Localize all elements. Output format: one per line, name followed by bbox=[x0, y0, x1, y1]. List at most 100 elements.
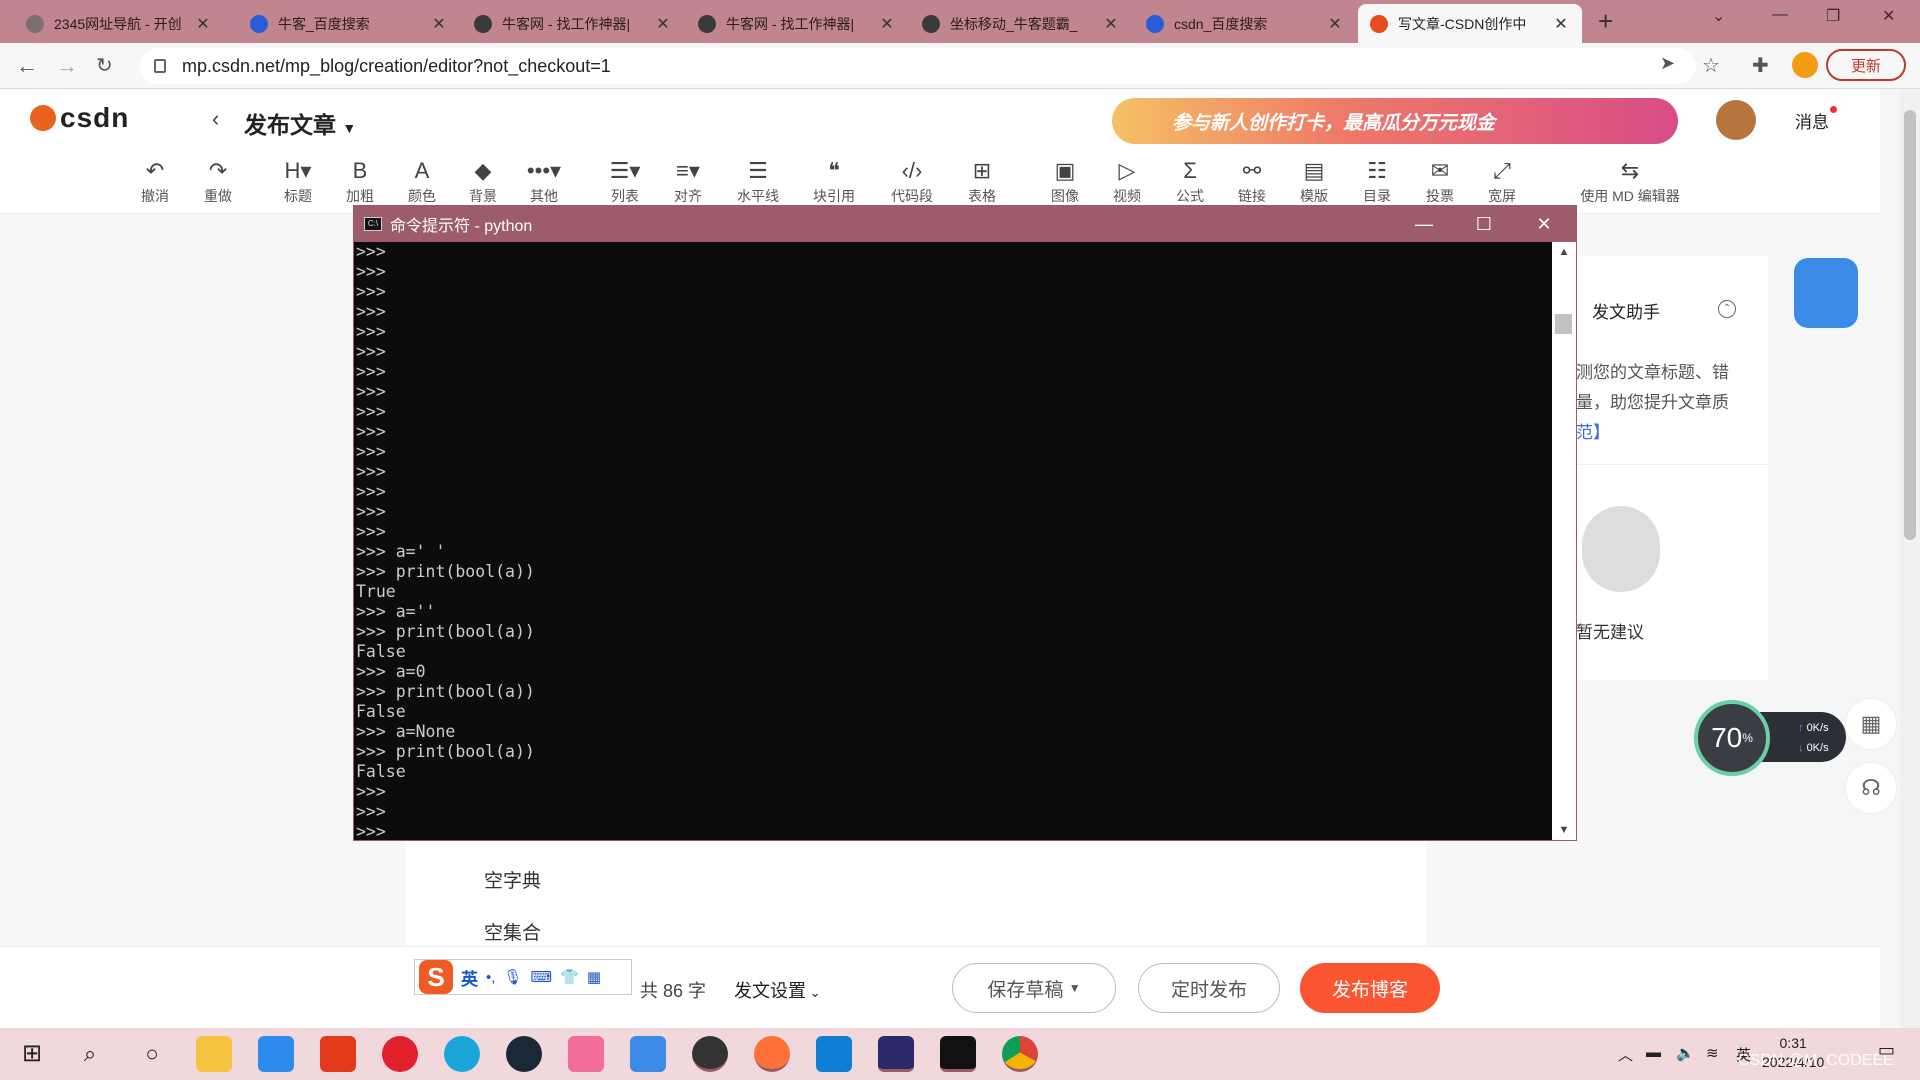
tab-close-icon[interactable]: ✕ bbox=[430, 14, 448, 34]
bookmark-star-icon[interactable]: ☆ bbox=[1702, 53, 1720, 78]
editor-line[interactable]: 空集合 bbox=[484, 918, 541, 945]
camera-app-icon[interactable] bbox=[692, 1036, 728, 1072]
browser-tab[interactable]: 牛客_百度搜索 ✕ bbox=[238, 4, 460, 43]
volume-icon[interactable]: 🔈 bbox=[1676, 1044, 1695, 1062]
network-speed-widget[interactable]: ↑ 0K/s ↓ 0K/s 70% bbox=[1694, 700, 1846, 776]
page-scrollbar[interactable] bbox=[1900, 90, 1920, 1028]
keyboard-icon[interactable]: ⌨ bbox=[530, 968, 552, 986]
tab-close-icon[interactable]: ✕ bbox=[194, 14, 212, 34]
toolbar-button[interactable]: ☰ 水平线 bbox=[728, 156, 788, 206]
ime-lang[interactable]: 英 bbox=[461, 965, 478, 990]
vscode-icon[interactable] bbox=[816, 1036, 852, 1072]
scrollbar-thumb[interactable] bbox=[1904, 110, 1916, 540]
tab-search-icon[interactable]: ⌄ bbox=[1712, 6, 1725, 26]
back-chevron-icon[interactable]: ‹ bbox=[212, 106, 219, 132]
collapse-icon[interactable]: ⌃ bbox=[1718, 300, 1736, 318]
toolbar-button[interactable]: ▷ 视频 bbox=[1097, 156, 1157, 206]
toolbar-button[interactable]: ↷ 重做 bbox=[188, 156, 248, 206]
toolbar-button[interactable]: ✉ 投票 bbox=[1410, 156, 1470, 206]
tab-close-icon[interactable]: ✕ bbox=[1326, 14, 1344, 34]
feishu-icon[interactable] bbox=[630, 1036, 666, 1072]
browser-tab[interactable]: 牛客网 - 找工作神器| ✕ bbox=[686, 4, 908, 43]
toolbar-button[interactable]: ◆ 背景 bbox=[453, 156, 513, 206]
toolbar-button[interactable]: Σ 公式 bbox=[1160, 156, 1220, 206]
bilibili-icon[interactable] bbox=[568, 1036, 604, 1072]
firefox-icon[interactable] bbox=[754, 1036, 790, 1072]
toolbar-button[interactable]: ▣ 图像 bbox=[1035, 156, 1095, 206]
publish-button[interactable]: 发布博客 bbox=[1300, 963, 1440, 1013]
cmd-scroll-thumb[interactable] bbox=[1555, 314, 1572, 334]
command-prompt-window[interactable]: C:\ 命令提示符 - python — ☐ ✕ >>> >>> >>> >>> >>>… bbox=[353, 205, 1577, 841]
toolbar-button[interactable]: ❝ 块引用 bbox=[804, 156, 864, 206]
scroll-up-icon[interactable]: ▲ bbox=[1552, 242, 1576, 262]
devcpp-icon[interactable] bbox=[878, 1036, 914, 1072]
bird-icon[interactable] bbox=[1794, 258, 1858, 328]
mic-icon[interactable]: 🎙 bbox=[503, 968, 522, 986]
csdn-logo[interactable]: csdn bbox=[30, 102, 129, 134]
browser-tab[interactable]: csdn_百度搜索 ✕ bbox=[1134, 4, 1356, 43]
promo-banner[interactable]: 参与新人创作打卡，最高瓜分万元现金 bbox=[1112, 98, 1678, 144]
toolbar-button[interactable]: ☷ 目录 bbox=[1347, 156, 1407, 206]
notification-icon[interactable]: ▭ bbox=[1878, 1040, 1895, 1061]
app-blue-icon[interactable] bbox=[258, 1036, 294, 1072]
toolbar-button[interactable]: ‹/› 代码段 bbox=[882, 156, 942, 206]
reload-icon[interactable]: ↻ bbox=[96, 53, 113, 78]
toolbar-button[interactable]: ↶ 撤消 bbox=[125, 156, 185, 206]
scroll-down-icon[interactable]: ▼ bbox=[1552, 820, 1576, 840]
toolbar-button[interactable]: ☰▾ 列表 bbox=[595, 156, 655, 206]
page-title[interactable]: 发布文章 ▼ bbox=[244, 106, 356, 140]
apps-grid-icon[interactable]: ▦ bbox=[587, 968, 601, 986]
schedule-button[interactable]: 定时发布 bbox=[1138, 963, 1280, 1013]
browser-tab[interactable]: 2345网址导航 - 开创 ✕ bbox=[14, 4, 224, 43]
toolbar-button[interactable]: ⤢ 宽屏 bbox=[1472, 156, 1532, 206]
toolbar-button[interactable]: ⊞ 表格 bbox=[952, 156, 1012, 206]
search-icon[interactable]: ⌕ bbox=[72, 1036, 108, 1072]
profile-avatar-icon[interactable] bbox=[1792, 52, 1818, 78]
tab-close-icon[interactable]: ✕ bbox=[878, 14, 896, 34]
messages-link[interactable]: 消息 bbox=[1795, 106, 1837, 133]
ime-punct-icon[interactable]: •, bbox=[486, 969, 495, 986]
publish-settings-link[interactable]: 发文设置 ⌄ bbox=[734, 977, 821, 1003]
back-icon[interactable]: ← bbox=[16, 53, 38, 79]
toolbar-button[interactable]: ⇆ 使用 MD 编辑器 bbox=[1570, 156, 1690, 206]
wifi-icon[interactable]: ≋ bbox=[1706, 1044, 1719, 1062]
customer-service-icon[interactable]: ☊ bbox=[1845, 762, 1897, 814]
toolbar-button[interactable]: •••▾ 其他 bbox=[514, 156, 574, 206]
file-explorer-icon[interactable] bbox=[196, 1036, 232, 1072]
cmd-taskbar-icon[interactable] bbox=[940, 1036, 976, 1072]
forward-icon[interactable]: → bbox=[56, 53, 78, 79]
save-draft-button[interactable]: 保存草稿 ▼ bbox=[952, 963, 1116, 1013]
close-window-icon[interactable]: ✕ bbox=[1882, 6, 1895, 26]
toolbar-button[interactable]: ≡▾ 对齐 bbox=[658, 156, 718, 206]
assistant-link[interactable]: 范】 bbox=[1576, 418, 1610, 443]
url-field[interactable]: mp.csdn.net/mp_blog/creation/editor?not_… bbox=[140, 48, 1696, 84]
browser-tab[interactable]: 坐标移动_牛客题霸_ ✕ bbox=[910, 4, 1132, 43]
office-icon[interactable] bbox=[320, 1036, 356, 1072]
cmd-close-icon[interactable]: ✕ bbox=[1514, 206, 1574, 242]
browser-tab[interactable]: 牛客网 - 找工作神器| ✕ bbox=[462, 4, 684, 43]
toolbar-button[interactable]: B 加粗 bbox=[330, 156, 390, 206]
qr-code-icon[interactable]: ▦ bbox=[1845, 698, 1897, 750]
cmd-scrollbar[interactable]: ▲ ▼ bbox=[1552, 242, 1576, 840]
toolbar-button[interactable]: H▾ 标题 bbox=[268, 156, 328, 206]
edge-icon[interactable] bbox=[444, 1036, 480, 1072]
cmd-output[interactable]: >>> >>> >>> >>> >>> >>> >>> >>> >>> >>> >>> >>> >>> >… bbox=[356, 242, 1550, 840]
restore-icon[interactable]: ❐ bbox=[1826, 6, 1840, 26]
netease-music-icon[interactable] bbox=[382, 1036, 418, 1072]
tab-close-icon[interactable]: ✕ bbox=[1102, 14, 1120, 34]
cmd-maximize-icon[interactable]: ☐ bbox=[1454, 206, 1514, 242]
chrome-icon[interactable] bbox=[1002, 1036, 1038, 1072]
new-tab-icon[interactable]: + bbox=[1598, 6, 1613, 37]
minimize-icon[interactable]: — bbox=[1772, 6, 1788, 24]
tray-chevron-icon[interactable]: ︿ bbox=[1618, 1044, 1633, 1065]
editor-line[interactable]: 空字典 bbox=[484, 866, 541, 893]
task-view-icon[interactable]: ○ bbox=[134, 1036, 170, 1072]
cmd-title-bar[interactable]: C:\ 命令提示符 - python bbox=[354, 206, 1576, 242]
tab-close-icon[interactable]: ✕ bbox=[654, 14, 672, 34]
toolbar-button[interactable]: A 颜色 bbox=[392, 156, 452, 206]
update-button[interactable]: 更新 bbox=[1826, 49, 1906, 81]
skin-icon[interactable]: 👕 bbox=[560, 968, 579, 986]
extensions-icon[interactable]: ✚ bbox=[1752, 53, 1769, 78]
battery-icon[interactable]: ▬ bbox=[1646, 1044, 1661, 1061]
send-icon[interactable]: ➤ bbox=[1660, 53, 1675, 74]
